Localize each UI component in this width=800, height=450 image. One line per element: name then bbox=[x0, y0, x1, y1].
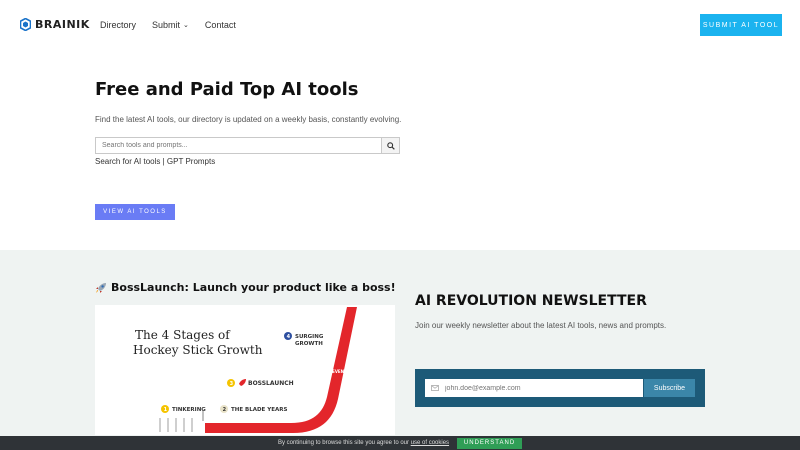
stage-3-number: 3 bbox=[230, 381, 234, 387]
chevron-down-icon: ⌄ bbox=[183, 22, 189, 29]
submit-ai-tool-button[interactable]: SUBMIT AI TOOL bbox=[700, 14, 782, 36]
site-header: BRAINIK Directory Submit ⌄ Contact SUBMIT… bbox=[0, 0, 800, 50]
newsletter-email-field bbox=[425, 379, 643, 397]
stage-1-number: 1 bbox=[164, 407, 168, 413]
stage-3-label: BOSSLAUNCH bbox=[248, 380, 294, 387]
stage-2-label: THE BLADE YEARS bbox=[231, 407, 287, 413]
cookie-text: By continuing to browse this site you ag… bbox=[277, 440, 410, 446]
search-links-separator: | bbox=[162, 157, 165, 166]
nav-contact[interactable]: Contact bbox=[205, 20, 236, 30]
cookie-message: By continuing to browse this site you ag… bbox=[278, 440, 449, 446]
bosslaunch-image[interactable]: The 4 Stages of Hockey Stick Growth REVE… bbox=[95, 305, 395, 435]
main-nav: Directory Submit ⌄ Contact bbox=[100, 20, 236, 30]
nav-directory[interactable]: Directory bbox=[100, 20, 136, 30]
hockey-stick-growth-graphic: The 4 Stages of Hockey Stick Growth REVE… bbox=[133, 307, 357, 433]
ai-tools-link[interactable]: AI tools bbox=[134, 157, 161, 166]
newsletter-form: Subscribe bbox=[415, 369, 705, 407]
search-input[interactable] bbox=[96, 138, 381, 153]
stick-label: REVENUE bbox=[329, 369, 350, 374]
bosslaunch-rocket-icon bbox=[239, 379, 246, 386]
hero-subtitle: Find the latest AI tools, our directory … bbox=[95, 115, 402, 124]
nav-submit-label: Submit bbox=[152, 20, 181, 30]
newsletter-email-input[interactable] bbox=[445, 384, 635, 392]
search-button[interactable] bbox=[381, 138, 399, 153]
understand-button[interactable]: UNDERSTAND bbox=[457, 437, 523, 449]
stage-1-label: TINKERING bbox=[172, 407, 206, 413]
brand-name: BRAINIK bbox=[35, 18, 90, 31]
newsletter-subtitle: Join our weekly newsletter about the lat… bbox=[415, 321, 667, 330]
brand-logo[interactable]: BRAINIK bbox=[20, 18, 90, 31]
search-icon bbox=[386, 141, 395, 150]
newsletter-title: AI REVOLUTION NEWSLETTER bbox=[415, 293, 647, 309]
graphic-heading-line2: Hockey Stick Growth bbox=[133, 343, 263, 357]
cookie-bar: By continuing to browse this site you ag… bbox=[0, 436, 800, 450]
stick-tape bbox=[159, 418, 193, 432]
cookie-policy-link[interactable]: use of cookies bbox=[411, 440, 449, 446]
brainik-logo-icon bbox=[20, 18, 31, 31]
search-links: Search for AI tools | GPT Prompts bbox=[95, 157, 215, 166]
graphic-heading-line1: The 4 Stages of bbox=[135, 328, 231, 342]
stage-4-label-line1: SURGING bbox=[295, 334, 324, 340]
subscribe-button[interactable]: Subscribe bbox=[644, 379, 695, 397]
search-box bbox=[95, 137, 400, 154]
stage-2-number: 2 bbox=[223, 407, 227, 413]
page-title: Free and Paid Top AI tools bbox=[95, 79, 359, 100]
bosslaunch-heading: BossLaunch: Launch your product like a b… bbox=[95, 281, 396, 294]
gpt-prompts-link[interactable]: GPT Prompts bbox=[167, 157, 215, 166]
search-for-label: Search for bbox=[95, 157, 132, 166]
nav-directory-label: Directory bbox=[100, 20, 137, 30]
view-ai-tools-button[interactable]: VIEW AI TOOLS bbox=[95, 204, 175, 220]
nav-contact-label: Contact bbox=[204, 20, 236, 30]
nav-submit[interactable]: Submit ⌄ bbox=[152, 20, 189, 30]
stage-4-label-line2: GROWTH bbox=[295, 341, 323, 347]
stage-4-number: 4 bbox=[287, 334, 291, 340]
envelope-icon bbox=[431, 385, 439, 391]
rocket-icon bbox=[96, 282, 106, 293]
bosslaunch-title: BossLaunch: Launch your product like a b… bbox=[111, 281, 396, 294]
